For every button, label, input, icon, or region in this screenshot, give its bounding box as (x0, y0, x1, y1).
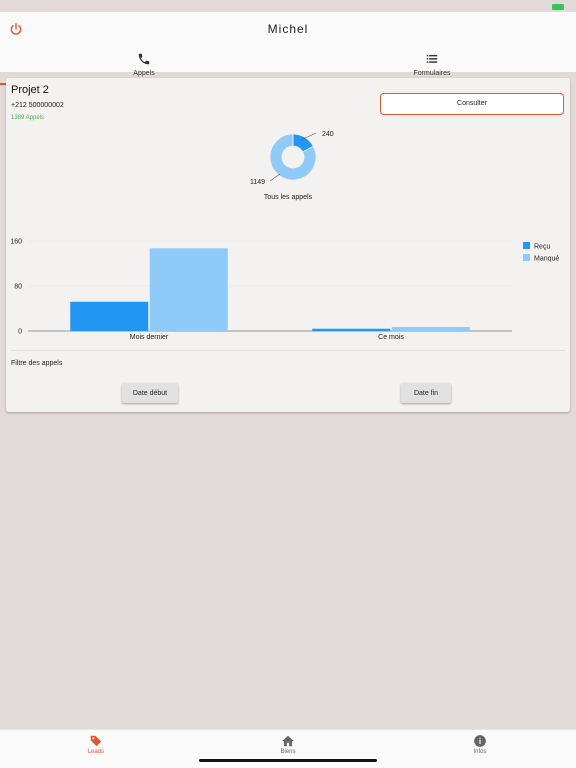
y-tick-label: 80 (14, 284, 22, 291)
nav-label: Infos (473, 749, 487, 755)
donut-label-missed: 1149 (250, 179, 265, 186)
nav-item-infos[interactable]: Infos (384, 730, 576, 768)
nav-item-leads[interactable]: Leads (0, 730, 192, 768)
bar-missed (391, 327, 470, 331)
bar-received (70, 301, 149, 331)
status-bar (0, 0, 576, 12)
donut-label-received: 240 (322, 131, 334, 138)
x-tick-label: Mois dernier (130, 334, 169, 341)
nav-item-biens[interactable]: Biens (192, 730, 384, 768)
label-line-missed (269, 173, 281, 182)
info-icon (474, 735, 486, 747)
page-title: Michel (267, 22, 309, 36)
start-date-button[interactable]: Date début (122, 383, 178, 403)
phone-icon (138, 53, 150, 65)
legend-label: Reçu (534, 244, 550, 251)
bar-received (312, 328, 391, 331)
divider (11, 350, 565, 351)
end-date-button[interactable]: Date fin (401, 383, 451, 403)
x-tick-label: Ce mois (378, 334, 404, 341)
donut-caption: Tous les appels (263, 194, 313, 201)
calls-count: 1389 Appels (11, 115, 45, 121)
project-phone: +212 500000002 (11, 102, 64, 109)
legend-swatch (523, 254, 530, 261)
battery-icon (552, 4, 564, 10)
bottom-nav: Leads Biens Infos (0, 729, 576, 768)
home-indicator (199, 759, 377, 762)
legend-label: Manqué (534, 256, 559, 263)
legend-swatch (523, 242, 530, 249)
bar-missed (149, 248, 228, 331)
filter-label: Filtre des appels (11, 360, 63, 367)
bar-chart: 0 80 160 Mois dernier Ce mois Reçu Manqué (10, 239, 559, 342)
home-icon (282, 735, 294, 747)
project-name: Projet 2 (11, 84, 49, 96)
y-tick-label: 0 (18, 329, 22, 336)
tag-icon (90, 735, 102, 747)
nav-label: Leads (87, 749, 105, 755)
nav-label: Biens (280, 749, 296, 755)
y-tick-label: 160 (10, 239, 22, 246)
tab-label: Formulaires (413, 70, 451, 77)
app-header: Michel Appels Formulaires (0, 12, 576, 85)
list-icon (426, 54, 438, 63)
donut-chart: 240 1149 (250, 131, 334, 186)
project-card: Projet 2 +212 500000002 1389 Appels Cons… (6, 78, 570, 412)
tab-label: Appels (133, 70, 155, 77)
consult-button[interactable]: Consulter (380, 93, 564, 115)
